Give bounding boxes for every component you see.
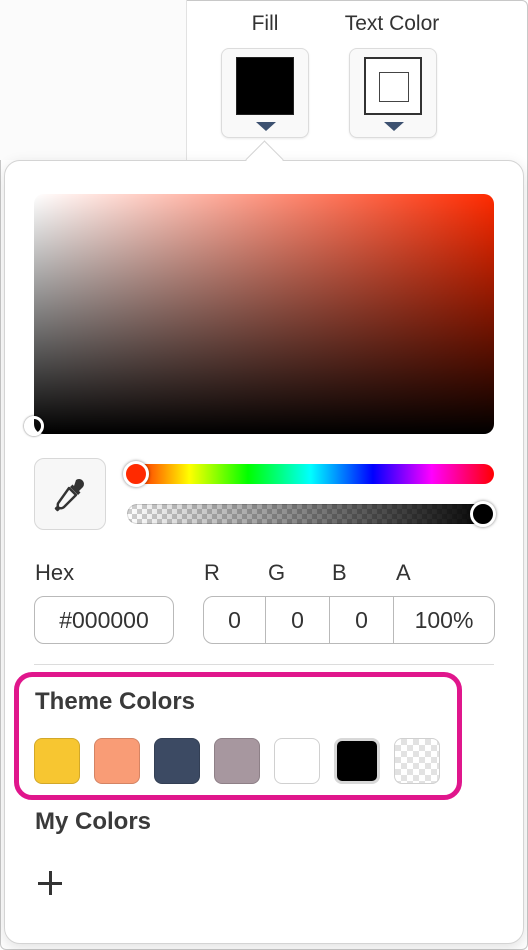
a-label: A [396,560,411,585]
b-label: B [332,560,347,585]
hex-input[interactable]: #000000 [34,596,174,644]
add-color-button[interactable] [36,868,66,898]
background-panel [0,0,186,160]
fill-color-well[interactable] [221,48,309,138]
theme-color-swatches [34,738,440,784]
my-colors-title: My Colors [35,808,152,835]
text-color-swatch [364,57,422,115]
theme-swatch-transparent[interactable] [394,738,440,784]
saturation-value-area[interactable] [34,194,494,434]
rgba-input-group: 0 0 0 100% [203,596,495,644]
hex-label: Hex [35,560,75,585]
a-input[interactable]: 100% [393,597,494,643]
eyedropper-button[interactable] [34,458,106,530]
r-label: R [204,560,220,585]
b-input[interactable]: 0 [329,597,393,643]
saturation-value-handle[interactable] [24,416,44,436]
theme-swatch-mauve[interactable] [214,738,260,784]
g-input[interactable]: 0 [265,597,329,643]
section-divider [34,664,494,665]
text-color-well[interactable] [349,48,437,138]
chevron-down-icon [256,122,276,131]
alpha-slider-handle[interactable] [470,501,496,527]
theme-swatch-yellow[interactable] [34,738,80,784]
theme-swatch-black[interactable] [334,738,380,784]
chevron-down-icon [384,122,404,131]
text-color-label: Text Color [344,12,440,35]
theme-colors-title: Theme Colors [35,688,196,715]
g-label: G [268,560,286,585]
hue-slider-handle[interactable] [123,461,149,487]
fill-label: Fill [251,12,279,35]
background-divider [186,0,187,160]
theme-swatch-white[interactable] [274,738,320,784]
hue-slider[interactable] [127,464,494,484]
eyedropper-icon [54,479,84,512]
r-input[interactable]: 0 [204,597,265,643]
theme-swatch-navy[interactable] [154,738,200,784]
alpha-slider[interactable] [127,504,494,524]
theme-swatch-salmon[interactable] [94,738,140,784]
fill-swatch [236,57,294,115]
